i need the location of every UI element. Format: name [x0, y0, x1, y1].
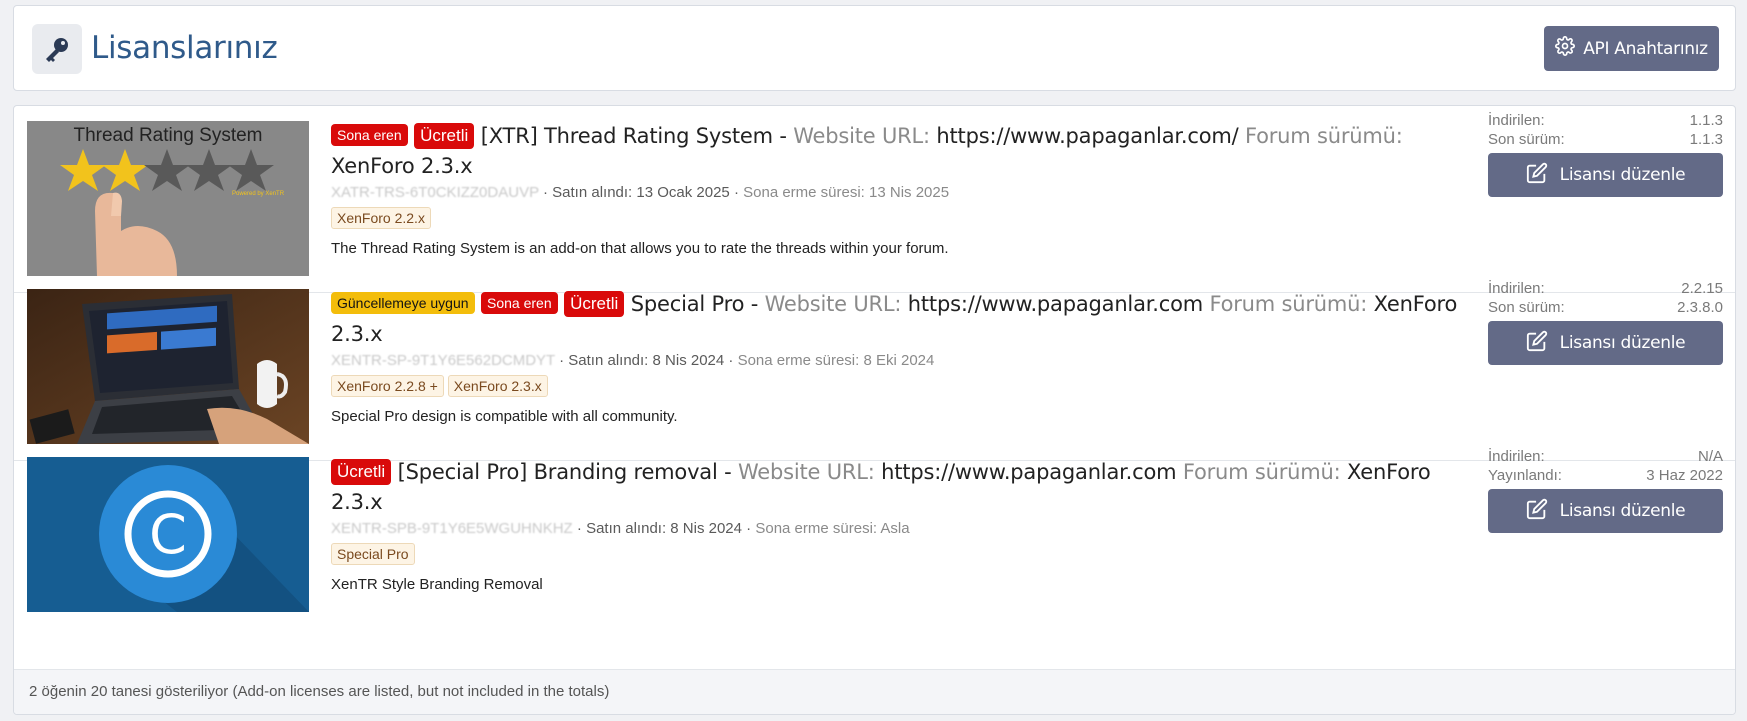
website-url: https://www.papaganlar.com [907, 292, 1203, 316]
edit-license-label: Lisansı düzenle [1559, 501, 1686, 521]
license-key: XENTR-SPB-9T1Y6E5WGUHNKHZ [331, 520, 573, 537]
edit-license-button[interactable]: Lisansı düzenle [1488, 489, 1723, 533]
stat-value: N/A [1697, 448, 1723, 465]
stat-label: İndirilen: [1488, 448, 1545, 465]
forum-version-label: Forum sürümü: [1209, 292, 1368, 316]
license-title-line: Sona eren Ücretli [XTR] Thread Rating Sy… [331, 121, 1476, 181]
license-stats: İndirilen: 2.2.15 Son sürüm: 2.3.8.0 Lisan… [1488, 279, 1723, 365]
license-thumbnail[interactable] [27, 289, 309, 444]
edit-license-button[interactable]: Lisansı düzenle [1488, 321, 1723, 365]
tag-list: XenForo 2.2.8 + XenForo 2.3.x [331, 375, 1476, 401]
license-meta: XENTR-SP-9T1Y6E562DCMDYT · Satın alındı:… [331, 352, 935, 369]
tag-list: XenForo 2.2.x [331, 207, 1476, 233]
license-key: XENTR-SP-9T1Y6E562DCMDYT [331, 352, 555, 369]
forum-version-label: Forum sürümü: [1182, 460, 1341, 484]
key-icon [32, 24, 82, 74]
forum-version-label: Forum sürümü: [1244, 124, 1403, 148]
license-thumbnail[interactable]: Thread Rating System Powered by XenTR [27, 121, 309, 276]
edit-license-label: Lisansı düzenle [1559, 165, 1686, 185]
thumb-caption: Powered by XenTR [232, 191, 285, 197]
status-badge: Ücretli [331, 459, 392, 485]
license-row: Güncellemeye uygun Sona eren Ücretli Spe… [14, 274, 1735, 461]
tag-list: Special Pro [331, 543, 1476, 569]
stat-value: 2.3.8.0 [1677, 299, 1723, 316]
stat-value: 2.2.15 [1681, 280, 1723, 297]
url-label: Website URL: [737, 460, 875, 484]
stat-value: 1.1.3 [1689, 131, 1723, 148]
version-tag[interactable]: Special Pro [331, 543, 415, 565]
edit-icon [1526, 162, 1548, 189]
license-meta: XATR-TRS-6T0CKIZZ0DAUVP · Satın alındı: … [331, 184, 950, 201]
edit-icon [1526, 498, 1548, 525]
purchase-date: Satın alındı: 8 Nis 2024 [586, 520, 742, 537]
license-title-link[interactable]: [XTR] Thread Rating System - [481, 124, 787, 148]
license-title-link[interactable]: [Special Pro] Branding removal - [398, 460, 732, 484]
edit-license-label: Lisansı düzenle [1559, 333, 1686, 353]
version-tag[interactable]: XenForo 2.2.8 + [331, 375, 444, 397]
api-key-button[interactable]: API Anahtarınız [1544, 26, 1719, 71]
edit-icon [1526, 330, 1548, 357]
gear-icon [1555, 36, 1576, 61]
purchase-date: Satın alındı: 13 Ocak 2025 [552, 184, 730, 201]
version-tag[interactable]: XenForo 2.3.x [447, 375, 548, 397]
status-badge: Ücretli [414, 123, 475, 149]
website-url: https://www.papaganlar.com [881, 460, 1177, 484]
expiry-date: Sona erme süresi: 8 Eki 2024 [737, 352, 935, 369]
license-list: Thread Rating System Powered by XenTR So… [13, 105, 1736, 715]
status-badge: Güncellemeye uygun [331, 292, 475, 314]
website-url: https://www.papaganlar.com/ [936, 124, 1239, 148]
stat-label: Son sürüm: [1488, 131, 1565, 148]
page-header: Lisanslarınız API Anahtarınız [13, 5, 1736, 91]
license-description: Special Pro design is compatible with al… [331, 408, 678, 425]
page-title: Lisanslarınız [91, 30, 278, 66]
license-row: Thread Rating System Powered by XenTR So… [14, 106, 1735, 293]
expiry-date: Sona erme süresi: 13 Nis 2025 [743, 184, 950, 201]
status-badge: Sona eren [331, 124, 408, 146]
status-badge: Ücretli [564, 291, 625, 317]
license-stats: İndirilen: N/A Yayınlandı: 3 Haz 2022 Lisa… [1488, 447, 1723, 533]
license-main: Ücretli [Special Pro] Branding removal -… [331, 457, 1476, 595]
license-main: Sona eren Ücretli [XTR] Thread Rating Sy… [331, 121, 1476, 259]
stat-label: İndirilen: [1488, 112, 1545, 129]
copyright-icon: C [149, 503, 187, 566]
license-meta: XENTR-SPB-9T1Y6E5WGUHNKHZ · Satın alındı… [331, 520, 910, 537]
forum-version: XenForo 2.3.x [331, 154, 473, 178]
license-stats: İndirilen: 1.1.3 Son sürüm: 1.1.3 Lisansı … [1488, 111, 1723, 197]
license-row: C Ücretli [Special Pro] Branding removal… [14, 442, 1735, 629]
license-description: The Thread Rating System is an add-on th… [331, 240, 949, 257]
stat-value: 1.1.3 [1689, 112, 1723, 129]
stat-label: Son sürüm: [1488, 299, 1565, 316]
version-tag[interactable]: XenForo 2.2.x [331, 207, 431, 229]
license-main: Güncellemeye uygun Sona eren Ücretli Spe… [331, 289, 1476, 427]
thumb-title: Thread Rating System [73, 125, 262, 146]
stat-label: İndirilen: [1488, 280, 1545, 297]
license-title-link[interactable]: Special Pro - [631, 292, 759, 316]
expiry-date: Sona erme süresi: Asla [755, 520, 910, 537]
list-footer: 2 öğenin 20 tanesi gösteriliyor (Add-on … [14, 669, 1735, 714]
stat-label: Yayınlandı: [1488, 467, 1562, 484]
license-description: XenTR Style Branding Removal [331, 576, 543, 593]
status-badge: Sona eren [481, 292, 558, 314]
license-title-line: Ücretli [Special Pro] Branding removal -… [331, 457, 1476, 517]
url-label: Website URL: [793, 124, 930, 148]
license-title-line: Güncellemeye uygun Sona eren Ücretli Spe… [331, 289, 1476, 349]
stat-value: 3 Haz 2022 [1646, 467, 1723, 484]
api-key-button-label: API Anahtarınız [1583, 38, 1708, 59]
license-key: XATR-TRS-6T0CKIZZ0DAUVP [331, 184, 539, 201]
url-label: Website URL: [764, 292, 902, 316]
purchase-date: Satın alındı: 8 Nis 2024 [568, 352, 725, 369]
edit-license-button[interactable]: Lisansı düzenle [1488, 153, 1723, 197]
license-thumbnail[interactable]: C [27, 457, 309, 612]
